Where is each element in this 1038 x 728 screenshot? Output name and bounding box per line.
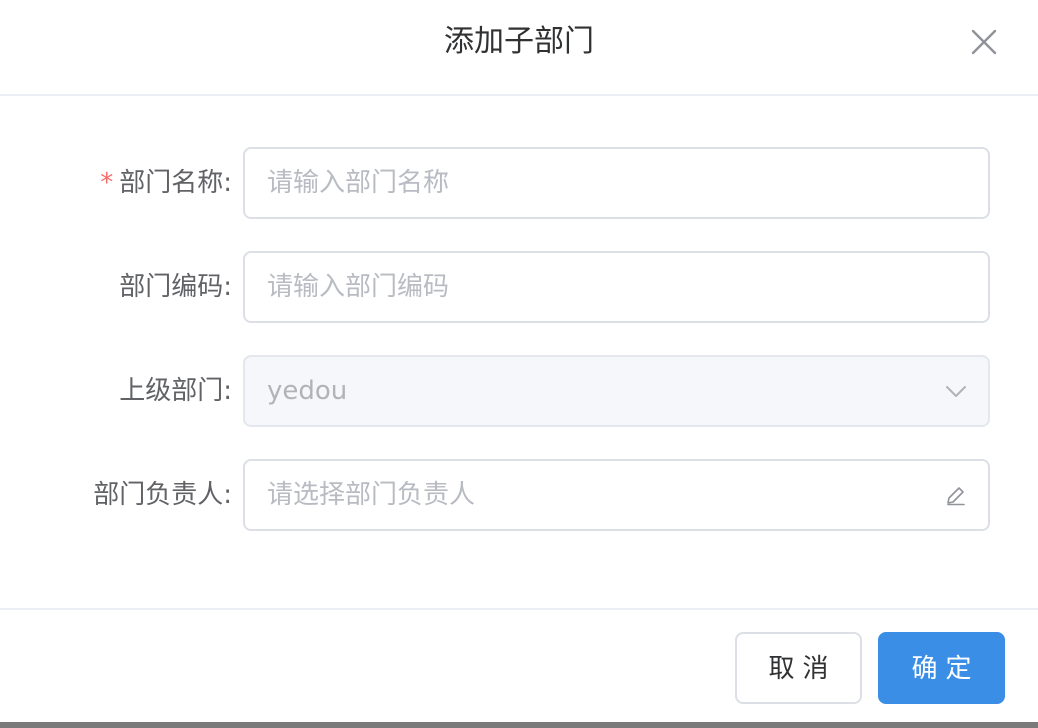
close-icon [971,29,997,55]
form-row-dept-name: * 部门名称: [0,147,1038,219]
dialog-header: 添加子部门 [0,0,1038,96]
dept-code-label: 部门编码: [119,272,232,302]
dialog-title: 添加子部门 [444,24,594,59]
dept-code-field-wrapper [243,251,990,323]
add-sub-department-dialog: 添加子部门 *部门名称: 部门编码: 上级部门: yed [0,0,1038,722]
dept-leader-input[interactable] [267,461,927,529]
chevron-down-icon [946,386,966,397]
parent-dept-select[interactable]: yedou [243,355,990,427]
dept-name-label-text: 部门名称: [119,168,232,198]
edit-icon[interactable] [944,483,968,507]
dept-name-input[interactable] [267,149,927,217]
dept-leader-field-wrapper [243,459,990,531]
required-mark: * [100,168,114,198]
parent-dept-label: 上级部门: [119,376,232,406]
dept-name-field-wrapper [243,147,990,219]
cancel-button[interactable]: 取消 [735,632,862,704]
dept-code-input[interactable] [267,253,927,321]
form-row-dept-code: 部门编码: [0,251,1038,323]
close-button[interactable] [970,28,998,56]
dialog-footer: 取消 确定 [0,608,1038,722]
form-row-dept-leader: 部门负责人: [0,459,1038,531]
dept-leader-label: 部门负责人: [93,480,232,510]
confirm-button[interactable]: 确定 [878,632,1005,704]
form-row-parent-dept: 上级部门: yedou [0,355,1038,427]
parent-dept-value: yedou [267,376,348,406]
backdrop-overlay [0,722,1038,728]
dept-name-label: * 部门名称: [100,147,232,219]
